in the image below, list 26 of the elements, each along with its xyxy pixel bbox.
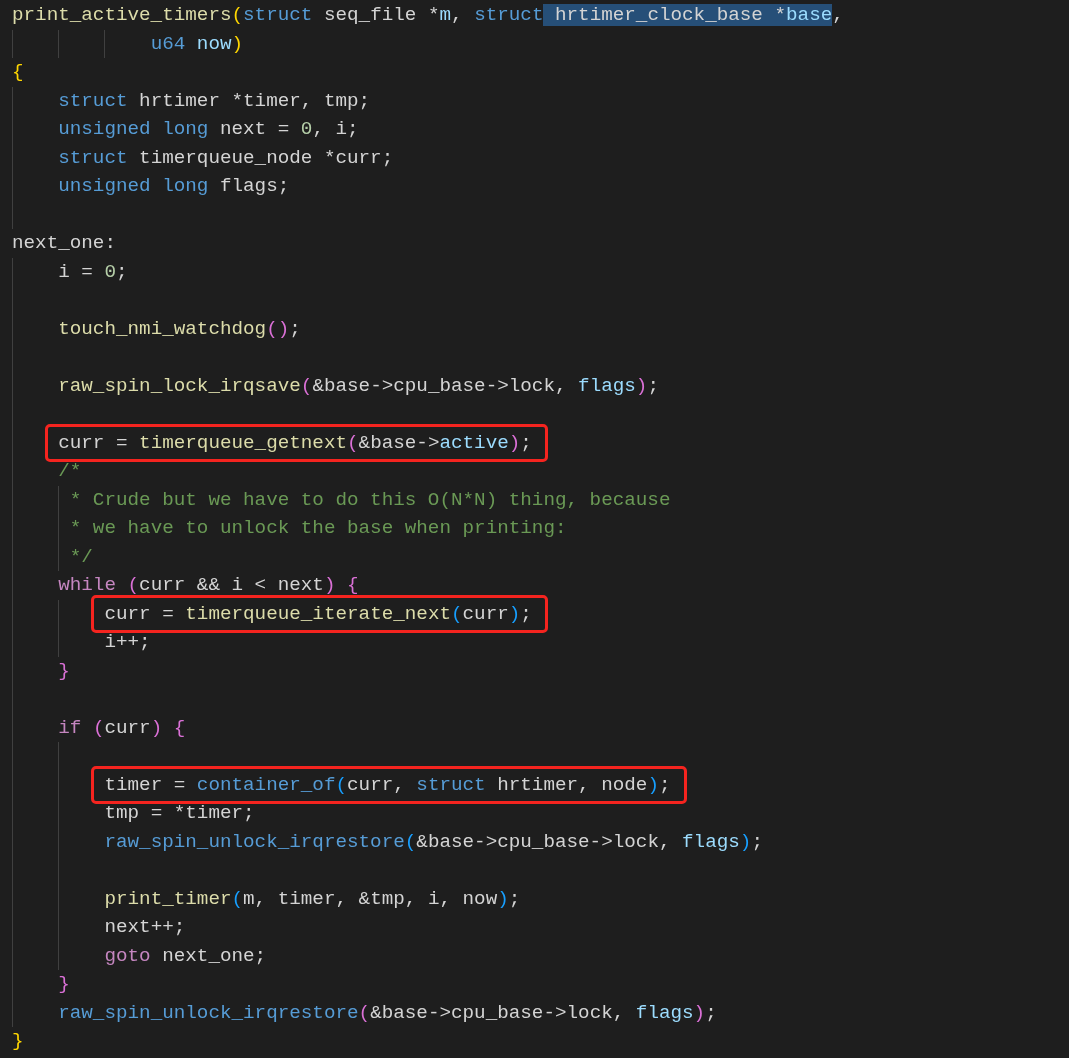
code-line: struct timerqueue_node *curr; [58,145,394,170]
code-line: if (curr) { [58,715,186,740]
code-line: i++; [104,630,151,655]
code-line: struct hrtimer *timer, tmp; [58,88,371,113]
code-line: * Crude but we have to do this O(N*N) thing, because [69,487,671,512]
code-line: raw_spin_unlock_irqrestore(&base->cpu_base->lock, flags); [58,1000,717,1025]
code-line: next_one: [12,231,116,256]
code-line: tmp = *timer; [104,801,255,826]
code-line: print_active_timers(struct seq_file *m, struct hrtimer_clock_base *base, [12,3,844,28]
code-line: * we have to unlock the base when printing: [69,516,567,541]
code-line: /* [58,459,82,484]
code-line: raw_spin_unlock_irqrestore(&base->cpu_base->lock, flags); [104,829,763,854]
code-line: touch_nmi_watchdog(); [58,316,301,341]
code-line: print_timer(m, timer, &tmp, i, now); [104,886,521,911]
code-line: unsigned long next = 0, i; [58,117,359,142]
code-line: i = 0; [58,259,128,284]
code-line: raw_spin_lock_irqsave(&base->cpu_base->lock, flags); [58,373,659,398]
code-line: } [58,972,70,997]
code-line: { [12,60,24,85]
code-line: */ [69,544,93,569]
code-line: goto next_one; [104,943,267,968]
code-line: } [58,658,70,683]
code-line: } [12,1029,24,1054]
code-line: u64 now) [150,31,244,56]
code-line: next++; [104,915,186,940]
code-line: unsigned long flags; [58,174,290,199]
